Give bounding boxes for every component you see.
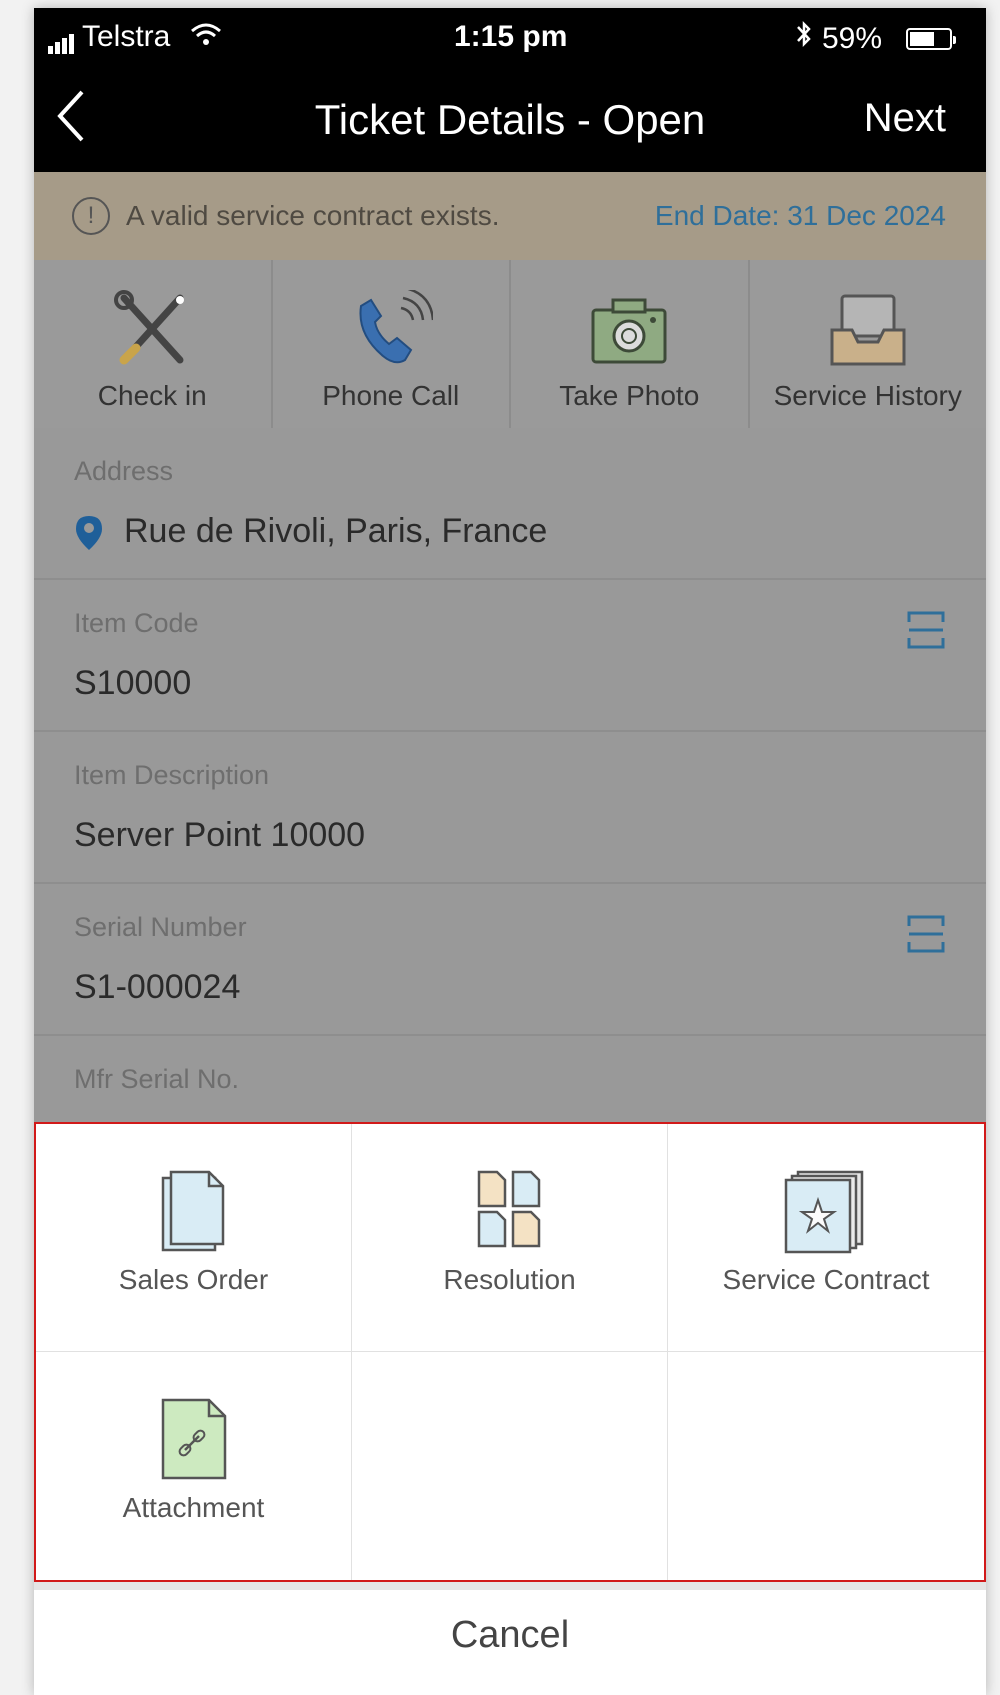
carrier-status: Telstra xyxy=(48,20,223,54)
carrier-name: Telstra xyxy=(82,20,171,53)
resolution-option[interactable]: Resolution xyxy=(352,1124,668,1352)
item-description-value: Server Point 10000 xyxy=(74,816,366,854)
sheet-divider xyxy=(34,1582,986,1590)
bluetooth-icon xyxy=(797,20,811,48)
mfr-serial-field[interactable]: Mfr Serial No. xyxy=(34,1036,986,1122)
empty-cell xyxy=(352,1352,668,1580)
phone-call-button[interactable]: Phone Call xyxy=(273,260,511,428)
mfr-serial-label: Mfr Serial No. xyxy=(74,1064,240,1094)
sales-order-option[interactable]: Sales Order xyxy=(36,1124,352,1352)
camera-icon xyxy=(591,298,667,364)
serial-number-label: Serial Number xyxy=(74,912,247,942)
item-code-value: S10000 xyxy=(74,664,192,702)
service-history-button[interactable]: Service History xyxy=(750,260,987,428)
contract-banner: ! A valid service contract exists. End D… xyxy=(34,172,986,260)
sales-order-label: Sales Order xyxy=(118,1264,269,1295)
battery-percent: 59% xyxy=(822,22,883,55)
service-contract-option[interactable]: Service Contract xyxy=(668,1124,984,1352)
phone-call-label: Phone Call xyxy=(322,380,460,411)
battery-status: 59% xyxy=(794,20,882,56)
next-button[interactable]: Next xyxy=(864,96,946,141)
page-title: Ticket Details - Open xyxy=(314,96,706,143)
battery-icon xyxy=(906,28,956,50)
address-value: Rue de Rivoli, Paris, France xyxy=(124,512,548,550)
wifi-icon xyxy=(190,23,221,45)
action-sheet-grid: Sales Order Resolution Service Contract xyxy=(34,1122,986,1582)
resolution-label: Resolution xyxy=(443,1264,576,1295)
status-time: 1:15 pm xyxy=(454,20,568,53)
navigation-header: Telstra 1:15 pm 59% Ticket Details - Ope… xyxy=(34,8,986,172)
address-label: Address xyxy=(74,456,174,486)
phone-screen: Telstra 1:15 pm 59% Ticket Details - Ope… xyxy=(34,8,986,1695)
empty-cell xyxy=(668,1352,984,1580)
serial-number-value: S1-000024 xyxy=(74,968,241,1006)
contract-message: A valid service contract exists. xyxy=(126,200,500,231)
check-in-button[interactable]: Check in xyxy=(34,260,273,428)
info-icon: ! xyxy=(72,197,110,235)
back-button[interactable] xyxy=(52,86,102,146)
attachment-option[interactable]: Attachment xyxy=(36,1352,352,1580)
check-in-label: Check in xyxy=(97,380,207,411)
address-field[interactable]: Address Rue de Rivoli, Paris, France xyxy=(34,428,986,580)
service-history-label: Service History xyxy=(773,380,962,411)
item-code-field[interactable]: Item Code S10000 xyxy=(34,580,986,732)
attachment-label: Attachment xyxy=(122,1492,265,1523)
star-document-icon xyxy=(784,1170,864,1254)
signal-icon xyxy=(48,20,76,54)
attachment-icon xyxy=(161,1398,226,1480)
take-photo-button[interactable]: Take Photo xyxy=(511,260,750,428)
tools-icon xyxy=(114,290,185,365)
item-description-field[interactable]: Item Description Server Point 10000 xyxy=(34,732,986,884)
quick-actions-bar: Check in Phone Call Take Photo Service H… xyxy=(34,260,986,428)
phone-icon xyxy=(359,290,433,364)
ticket-details-content: ! A valid service contract exists. End D… xyxy=(34,172,986,1122)
map-pin-icon xyxy=(76,516,102,550)
barcode-scan-icon[interactable] xyxy=(906,914,946,954)
barcode-scan-icon[interactable] xyxy=(906,610,946,650)
chevron-left-icon xyxy=(57,90,84,142)
cancel-button[interactable]: Cancel xyxy=(34,1590,986,1695)
take-photo-label: Take Photo xyxy=(559,380,700,411)
service-contract-label: Service Contract xyxy=(722,1264,930,1295)
contract-end-date[interactable]: End Date: 31 Dec 2024 xyxy=(655,200,946,232)
serial-number-field[interactable]: Serial Number S1-000024 xyxy=(34,884,986,1036)
multi-document-icon xyxy=(477,1170,540,1248)
inbox-tray-icon xyxy=(830,294,906,366)
item-description-label: Item Description xyxy=(74,760,270,790)
item-code-label: Item Code xyxy=(74,608,199,638)
document-icon xyxy=(161,1170,224,1252)
